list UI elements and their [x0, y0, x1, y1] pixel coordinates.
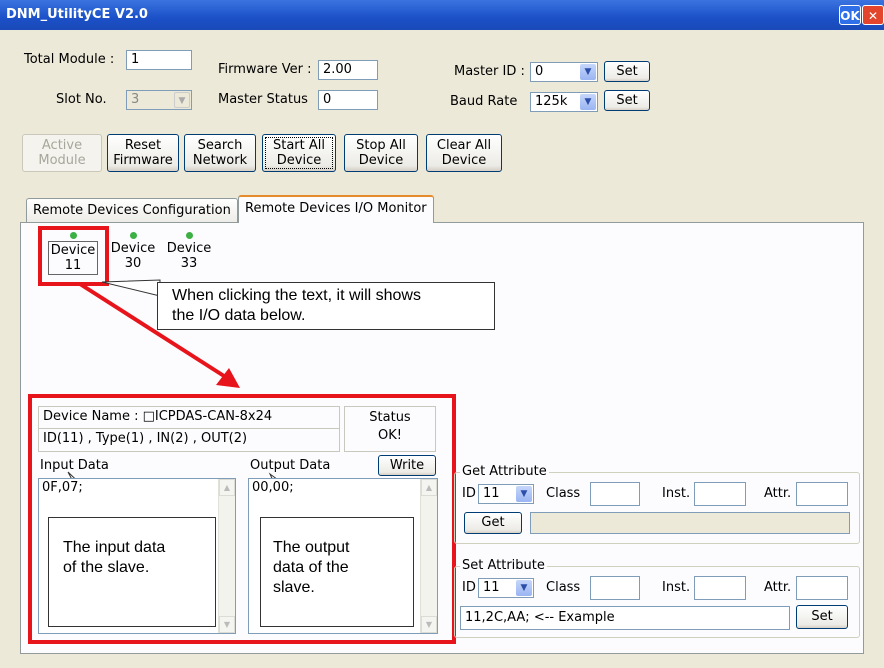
set-attr-label: Attr.	[764, 580, 792, 595]
get-result-field	[530, 512, 850, 534]
set-id-dropdown[interactable]: 11 ▼	[478, 578, 534, 598]
callout-tail-click	[101, 279, 161, 297]
status-badge: Status OK!	[344, 406, 436, 452]
set-value-input[interactable]: 11,2C,AA; <-- Example	[460, 606, 790, 630]
get-attr-input[interactable]	[796, 482, 848, 506]
set-attribute-button[interactable]: Set	[796, 605, 848, 629]
output-data-label: Output Data	[250, 458, 331, 473]
chevron-down-icon[interactable]: ▼	[516, 486, 532, 502]
callout-click: When clicking the text, it will shows the…	[157, 282, 495, 330]
set-class-input[interactable]	[590, 576, 640, 600]
scroll-down-icon[interactable]: ▼	[421, 616, 437, 633]
get-class-label: Class	[546, 486, 581, 501]
get-id-label: ID	[462, 486, 476, 501]
get-button[interactable]: Get	[464, 512, 522, 534]
device-info-box: Device Name : □ICPDAS-CAN-8x24 ID(11) , …	[38, 406, 340, 452]
set-attribute-title: Set Attribute	[460, 558, 547, 573]
get-class-input[interactable]	[590, 482, 640, 506]
tab-remote-devices-io-monitor[interactable]: Remote Devices I/O Monitor	[238, 195, 434, 223]
get-id-dropdown[interactable]: 11 ▼	[478, 484, 534, 504]
input-scrollbar[interactable]: ▲ ▼	[218, 479, 235, 633]
callout-output: The output data of the slave.	[260, 517, 414, 627]
callout-input: The input data of the slave.	[48, 517, 216, 627]
set-attr-input[interactable]	[796, 576, 848, 600]
device-detail: ID(11) , Type(1) , IN(2) , OUT(2)	[43, 431, 248, 446]
set-id-label: ID	[462, 580, 476, 595]
scroll-up-icon[interactable]: ▲	[421, 479, 437, 496]
get-attribute-title: Get Attribute	[460, 464, 549, 479]
write-button[interactable]: Write	[378, 455, 436, 476]
device-name: Device Name : □ICPDAS-CAN-8x24	[39, 407, 339, 429]
chevron-down-icon[interactable]: ▼	[516, 580, 532, 596]
scroll-down-icon[interactable]: ▼	[219, 616, 235, 633]
set-class-label: Class	[546, 580, 581, 595]
input-data-label: Input Data	[40, 458, 109, 473]
get-inst-input[interactable]	[694, 482, 746, 506]
get-attr-label: Attr.	[764, 486, 792, 501]
get-inst-label: Inst.	[662, 486, 691, 501]
scroll-up-icon[interactable]: ▲	[219, 479, 235, 496]
set-inst-label: Inst.	[662, 580, 691, 595]
set-inst-input[interactable]	[694, 576, 746, 600]
output-scrollbar[interactable]: ▲ ▼	[420, 479, 437, 633]
